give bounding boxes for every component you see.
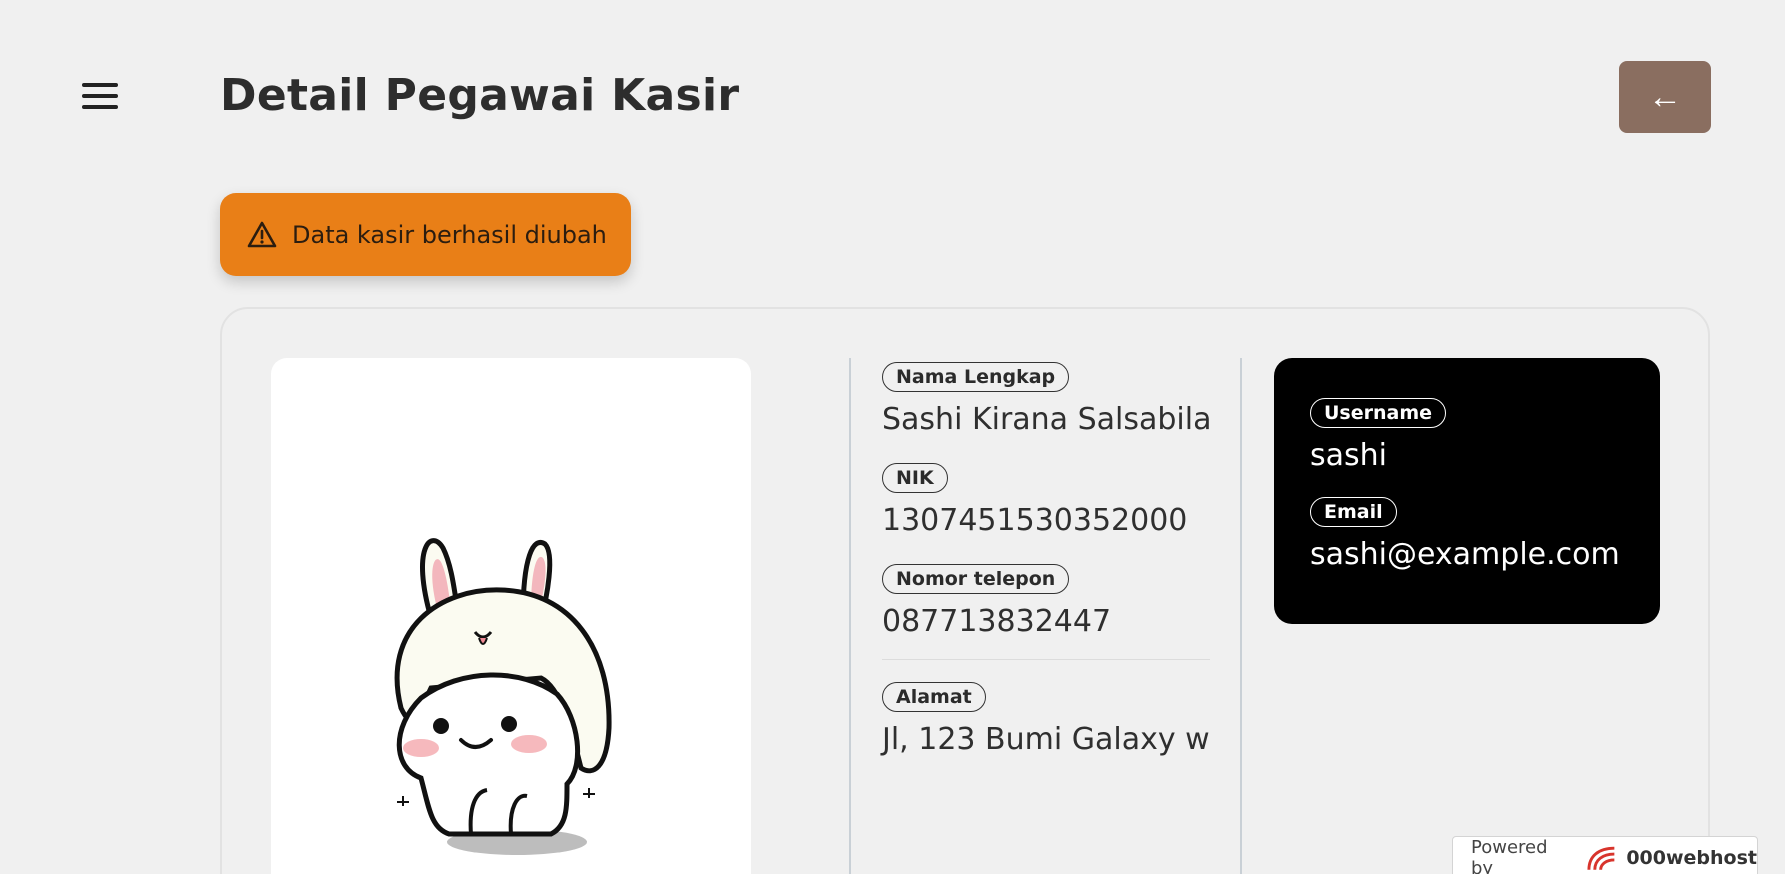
page-title: Detail Pegawai Kasir xyxy=(220,70,740,121)
section-divider xyxy=(882,659,1210,660)
000webhost-logo-icon xyxy=(1587,846,1615,870)
address-value: Jl, 123 Bumi Galaxy w xyxy=(882,722,1210,757)
profile-photo xyxy=(271,358,751,874)
back-button[interactable]: ← xyxy=(1619,61,1711,133)
bunny-avatar-illustration xyxy=(394,538,612,855)
alert-message: Data kasir berhasil diubah xyxy=(292,220,607,249)
nik-value: 1307451530352000 xyxy=(882,503,1188,538)
warning-icon xyxy=(247,221,277,247)
arrow-left-icon: ← xyxy=(1648,77,1682,116)
full-name-value: Sashi Kirana Salsabila xyxy=(882,402,1212,437)
email-value: sashi@example.com xyxy=(1310,537,1620,572)
personal-info: Nama Lengkap Sashi Kirana Salsabila NIK … xyxy=(882,362,1212,783)
powered-by-badge[interactable]: Powered by 000webhost xyxy=(1452,836,1758,874)
username-value: sashi xyxy=(1310,438,1387,473)
account-info: Username sashi Email sashi@example.com xyxy=(1274,358,1660,624)
column-divider xyxy=(1240,358,1242,874)
column-divider xyxy=(849,358,851,874)
powered-by-text: Powered by xyxy=(1471,837,1548,874)
nik-label: NIK xyxy=(882,463,948,493)
address-label: Alamat xyxy=(882,682,986,712)
full-name-label: Nama Lengkap xyxy=(882,362,1070,392)
brand-name: 000webhost xyxy=(1626,847,1757,869)
phone-label: Nomor telepon xyxy=(882,564,1070,594)
phone-value: 087713832447 xyxy=(882,604,1112,639)
hamburger-menu-icon[interactable] xyxy=(80,78,120,114)
success-alert: Data kasir berhasil diubah xyxy=(220,193,631,276)
email-label: Email xyxy=(1310,497,1397,527)
page: Detail Pegawai Kasir ← Data kasir berhas… xyxy=(0,0,1785,874)
username-label: Username xyxy=(1310,398,1447,428)
